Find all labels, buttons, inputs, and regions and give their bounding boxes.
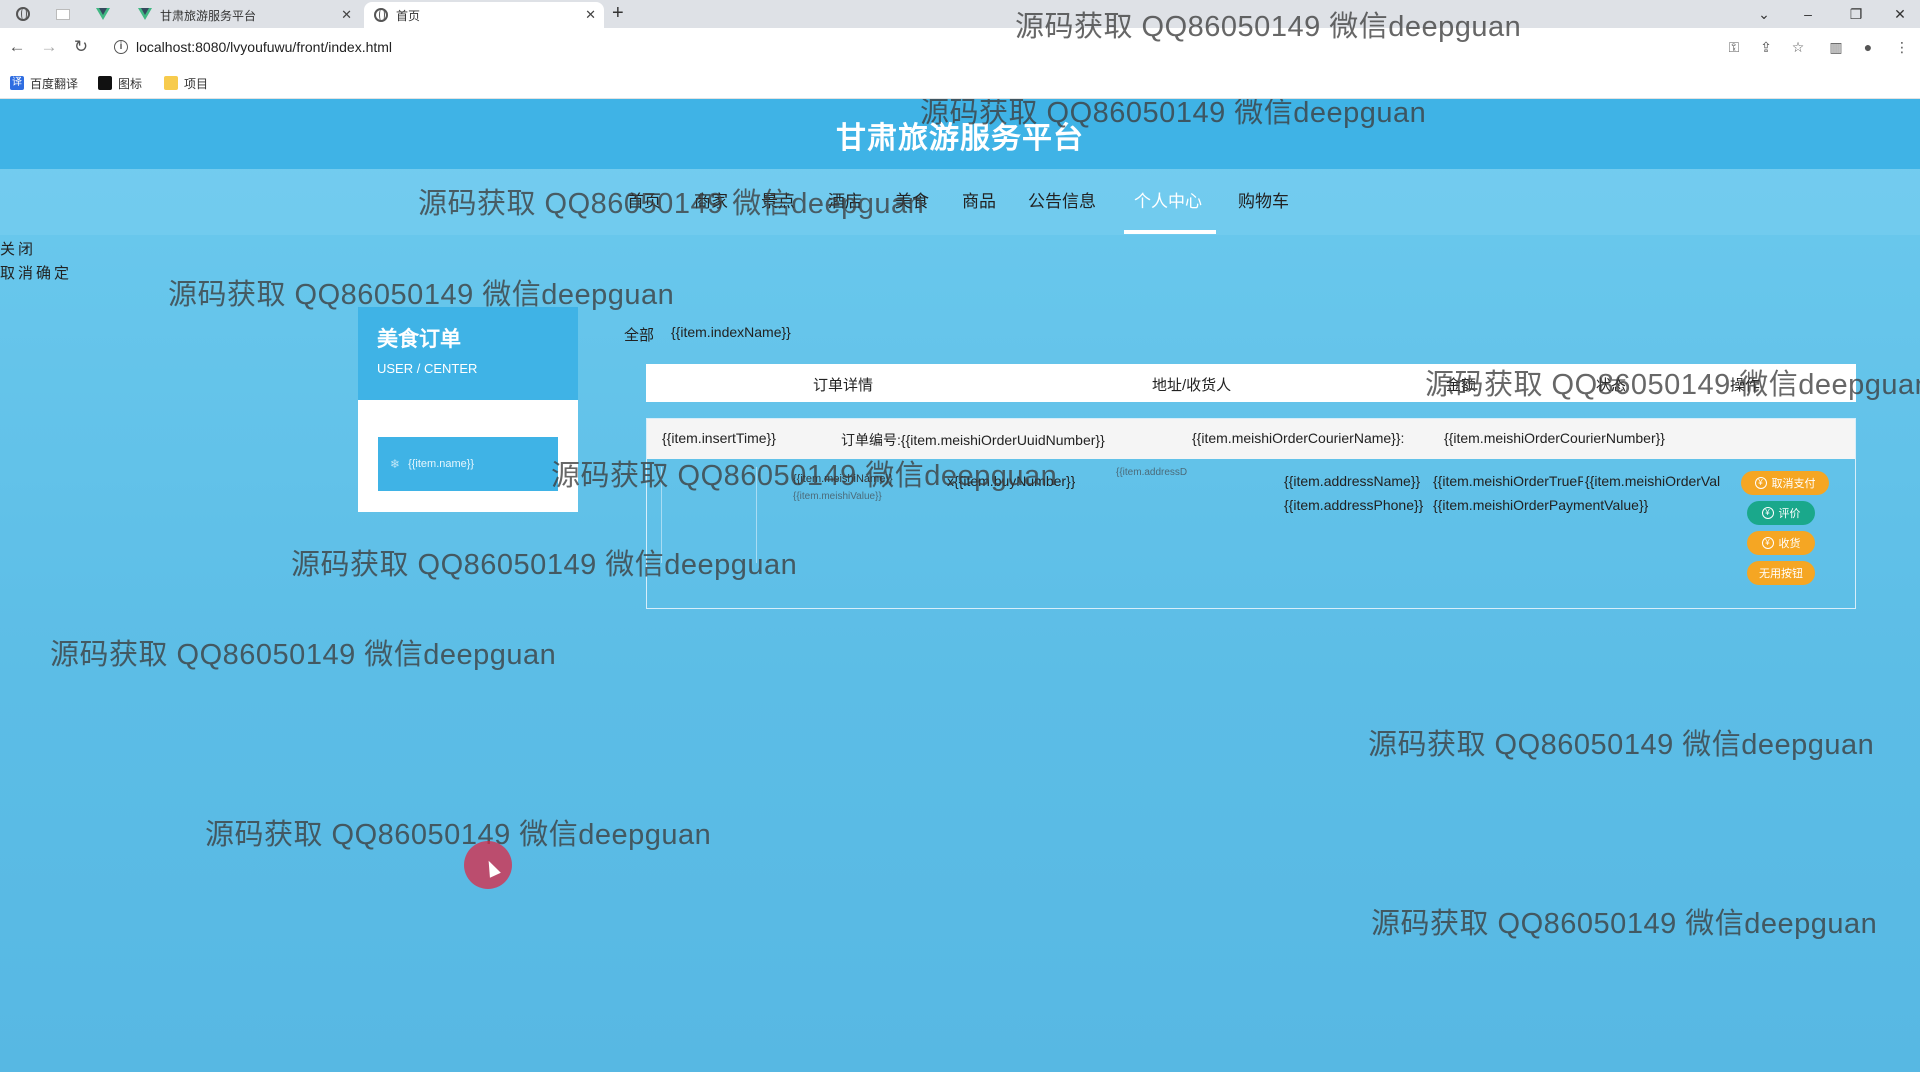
minimize-button[interactable]: – [1788,0,1828,28]
pinned-tab-blank[interactable] [52,4,74,24]
back-button[interactable]: ← [6,36,28,58]
pinned-tab-globe[interactable] [12,4,34,24]
new-tab-button[interactable]: + [612,2,624,25]
profile-icon[interactable]: ● [1858,37,1878,57]
order-status: {{item.meishiOrderVal [1585,473,1721,489]
close-window-button[interactable]: ✕ [1880,0,1920,28]
sidebar-menu-item[interactable]: ❄ {{item.name}} [378,437,558,491]
nav-notice[interactable]: 公告信息 [1028,187,1096,212]
vue-logo-icon [138,8,152,22]
nav-active-indicator [1124,230,1216,234]
address-phone: {{item.addressPhone}} [1284,497,1424,513]
globe-icon [16,7,30,21]
yen-icon: ¥ [1761,507,1774,519]
cancel-payment-button[interactable]: ¥ 取消支付 [1741,471,1829,495]
watermark: 源码获取 QQ86050149 微信deepguan [291,549,798,581]
forward-button[interactable]: → [38,36,60,58]
order-card: {{item.insertTime}} 订单编号:{{item.meishiOr… [646,418,1856,609]
page-content: 甘肃旅游服务平台 首页 商家 景点 酒店 美食 商品 公告信息 个人中心 购物车… [0,99,1920,1072]
watermark: 源码获取 QQ86050149 微信deepguan [205,819,712,851]
useless-button[interactable]: 无用按钮 [1747,561,1815,585]
tab-home[interactable]: 首页 ✕ [364,2,604,28]
yen-icon: ¥ [1754,477,1767,489]
tab-search-icon[interactable]: ⌄ [1744,0,1784,28]
watermark: 源码获取 QQ86050149 微信deepguan [50,639,557,671]
info-icon[interactable]: i [114,40,128,54]
menu-icon[interactable]: ⋮ [1892,37,1912,57]
main-nav: 首页 商家 景点 酒店 美食 商品 公告信息 个人中心 购物车 [0,169,1920,235]
watermark: 源码获取 QQ86050149 微信deepguan [1015,11,1522,43]
watermark: 源码获取 QQ86050149 微信deepguan [1368,729,1875,761]
sidebar-subtitle: USER / CENTER [377,361,478,376]
button-label: 评价 [1778,508,1801,520]
bookmark-label: 百度翻译 [30,76,79,91]
true-price: {{item.meishiOrderTruePrice}} [1433,473,1583,489]
sidebar-item-label: {{item.name}} [408,458,475,470]
snowflake-icon: ❄ [390,457,401,471]
close-tab-icon[interactable]: ✕ [585,7,596,23]
header-address: 地址/收货人 [1152,377,1232,394]
watermark: 源码获取 QQ86050149 微信deepguan [1371,908,1878,940]
order-number: 订单编号:{{item.meishiOrderUuidNumber}} [841,432,1105,448]
watermark: 源码获取 QQ86050149 微信deepguan [920,99,1427,129]
pinned-tab-vue[interactable] [92,4,114,24]
sidebar-header: 美食订单 USER / CENTER [358,307,578,400]
bookmark-icons[interactable]: 图标 [98,75,142,91]
dialog-close[interactable]: 关闭 [0,238,36,259]
nav-cart[interactable]: 购物车 [1238,187,1289,212]
side-panel-icon[interactable]: ▥ [1826,37,1846,57]
restore-button[interactable]: ❐ [1836,0,1876,28]
tab-site[interactable]: 甘肃旅游服务平台 ✕ [128,2,360,28]
star-icon[interactable]: ☆ [1788,37,1808,57]
button-label: 取消支付 [1771,478,1816,490]
browser-toolbar: ← → ↻ i localhost:8080/lvyoufuwu/front/i… [0,28,1920,67]
address-detail: {{item.addressD [1116,467,1188,478]
user-center-sidebar: 美食订单 USER / CENTER ❄ {{item.name}} [358,307,578,512]
bookmark-label: 项目 [184,76,209,91]
reload-button[interactable]: ↻ [70,36,92,58]
share-icon[interactable]: ⇪ [1756,37,1776,57]
filter-tab-all[interactable]: 全部 [624,324,654,345]
nav-user-center[interactable]: 个人中心 [1134,187,1202,212]
address-name: {{item.addressName}} [1284,473,1421,489]
key-icon[interactable]: ⚿ [1724,37,1744,57]
review-button[interactable]: ¥ 评价 [1747,501,1815,525]
translate-icon: 译 [10,76,24,90]
dialog-cancel-confirm[interactable]: 取消确定 [0,262,72,283]
vue-logo-icon [96,8,110,20]
button-label: 无用按钮 [1759,568,1803,580]
watermark: 源码获取 QQ86050149 微信deepguan [418,188,925,220]
header-order-detail: 订单详情 [813,377,874,394]
sidebar-title: 美食订单 [377,328,461,351]
order-time: {{item.insertTime}} [662,430,776,446]
url-text: localhost:8080/lvyoufuwu/front/index.htm… [136,39,393,55]
yen-icon: ¥ [1761,537,1774,549]
tab-title: 甘肃旅游服务平台 [160,8,257,23]
nav-goods[interactable]: 商品 [962,187,996,212]
watermark: 源码获取 QQ86050149 微信deepguan [1425,369,1920,401]
globe-icon [374,8,388,22]
filter-tab-index[interactable]: {{item.indexName}} [671,324,791,340]
receive-button[interactable]: ¥ 收货 [1747,531,1815,555]
button-label: 收货 [1778,538,1801,550]
watermark: 源码获取 QQ86050149 微信deepguan [551,460,1058,492]
courier-name: {{item.meishiOrderCourierName}}: [1192,430,1405,446]
tab-title: 首页 [396,8,421,23]
bookmark-folder-project[interactable]: 项目 [164,75,208,91]
image-icon [98,76,112,90]
payment-value: {{item.meishiOrderPaymentValue}} [1433,497,1649,513]
folder-icon [164,76,178,90]
courier-number: {{item.meishiOrderCourierNumber}} [1444,430,1665,446]
bookmarks-bar: 译 百度翻译 图标 项目 [0,67,1920,99]
bookmark-label: 图标 [118,76,143,91]
bookmark-baidu-translate[interactable]: 译 百度翻译 [10,75,78,91]
browser-tab-bar: 甘肃旅游服务平台 ✕ 首页 ✕ + ⌄ – ❐ ✕ [0,0,1920,28]
close-tab-icon[interactable]: ✕ [341,7,352,23]
page-icon [56,8,70,20]
watermark: 源码获取 QQ86050149 微信deepguan [168,279,675,311]
